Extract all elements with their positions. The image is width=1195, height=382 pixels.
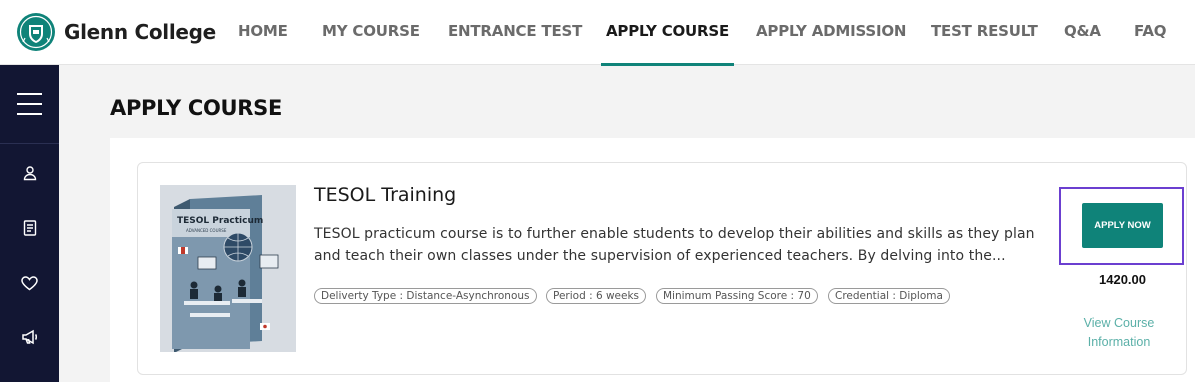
- apply-now-button[interactable]: APPLY NOW: [1082, 203, 1163, 248]
- nav-qa[interactable]: Q&A: [1064, 0, 1101, 65]
- brand-name: Glenn College: [64, 20, 216, 44]
- course-description: TESOL practicum course is to further ena…: [314, 226, 1035, 264]
- nav-apply-course[interactable]: APPLY COURSE: [600, 0, 735, 66]
- nav-test-result[interactable]: TEST RESULT: [931, 0, 1038, 65]
- page-title: APPLY COURSE: [110, 96, 283, 120]
- tag-delivery-type: Deliverty Type : Distance-Asynchronous: [314, 288, 537, 304]
- megaphone-icon[interactable]: [0, 322, 59, 352]
- tag-min-passing-score: Minimum Passing Score : 70: [656, 288, 818, 304]
- brand-logo[interactable]: Glenn College: [16, 12, 216, 52]
- sidebar: [0, 65, 59, 382]
- cover-subtitle: ADVANCED COURSE: [186, 228, 227, 233]
- top-navigation-bar: Glenn College HOME MY COURSE ENTRANCE TE…: [0, 0, 1195, 66]
- nav-apply-admission[interactable]: APPLY ADMISSION: [756, 0, 906, 65]
- tag-period: Period : 6 weeks: [546, 288, 647, 304]
- nav-home[interactable]: HOME: [238, 0, 288, 65]
- nav-my-course[interactable]: MY COURSE: [322, 0, 420, 65]
- college-crest-icon: [17, 13, 55, 51]
- course-price: 1420.00: [1099, 272, 1146, 287]
- hamburger-menu-icon[interactable]: [0, 65, 59, 143]
- heart-icon[interactable]: [0, 268, 59, 298]
- tag-credential: Credential : Diploma: [828, 288, 950, 304]
- nav-faq[interactable]: FAQ: [1134, 0, 1166, 65]
- course-title[interactable]: TESOL Training: [314, 184, 456, 206]
- course-cover-image[interactable]: TESOL Practicum ADVANCED COURSE: [160, 185, 296, 352]
- cover-title: TESOL Practicum: [177, 216, 263, 226]
- sidebar-divider: [0, 143, 59, 144]
- user-icon[interactable]: [0, 158, 59, 188]
- view-course-information-link[interactable]: View Course Information: [1070, 314, 1168, 352]
- document-icon[interactable]: [0, 213, 59, 243]
- nav-entrance-test[interactable]: ENTRANCE TEST: [448, 0, 582, 65]
